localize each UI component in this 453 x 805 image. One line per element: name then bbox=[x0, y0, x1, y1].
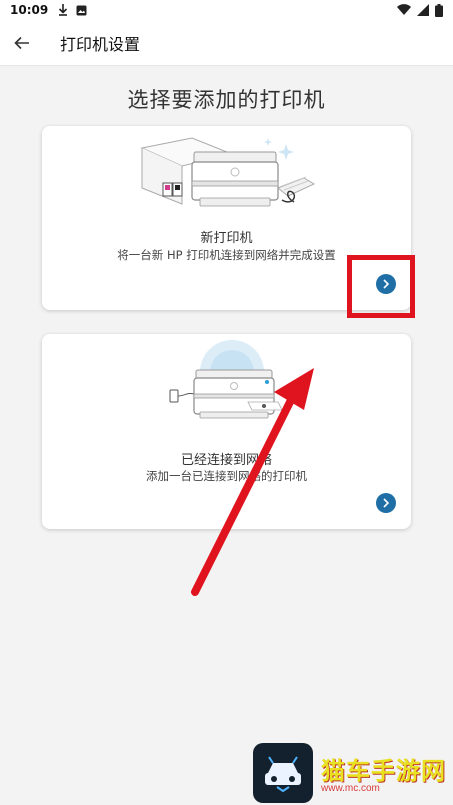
highlight-box bbox=[347, 255, 415, 318]
download-icon bbox=[59, 4, 68, 16]
image-notification-icon bbox=[76, 5, 87, 15]
connected-printer-description: 添加一台已连接到网络的打印机 bbox=[146, 469, 307, 483]
watermark: 猫车手游网 www.mc.com bbox=[253, 741, 453, 805]
new-printer-title: 新打印机 bbox=[200, 231, 253, 246]
battery-icon bbox=[435, 3, 443, 17]
status-time: 10:09 bbox=[10, 3, 49, 17]
signal-icon bbox=[417, 4, 429, 16]
connected-printer-title: 已经连接到网络 bbox=[180, 453, 272, 468]
connected-printer-next-button[interactable] bbox=[376, 493, 396, 513]
watermark-url: www.mc.com bbox=[321, 783, 380, 794]
connected-printer-card[interactable]: 已经连接到网络 添加一台已连接到网络的打印机 bbox=[42, 334, 411, 529]
app-bar: 打印机设置 bbox=[0, 20, 453, 66]
status-bar: 10:09 bbox=[0, 0, 453, 20]
connected-printer-illustration bbox=[169, 340, 283, 419]
back-arrow-icon bbox=[14, 36, 29, 49]
watermark-text: 猫车手游网 bbox=[321, 756, 446, 785]
new-printer-illustration bbox=[140, 137, 316, 207]
chevron-right-icon bbox=[383, 498, 390, 508]
choose-printer-heading: 选择要添加的打印机 bbox=[127, 88, 326, 112]
back-button[interactable] bbox=[0, 20, 44, 66]
watermark-logo-icon bbox=[253, 743, 313, 803]
page-title: 打印机设置 bbox=[60, 34, 141, 54]
wifi-icon bbox=[397, 4, 411, 16]
